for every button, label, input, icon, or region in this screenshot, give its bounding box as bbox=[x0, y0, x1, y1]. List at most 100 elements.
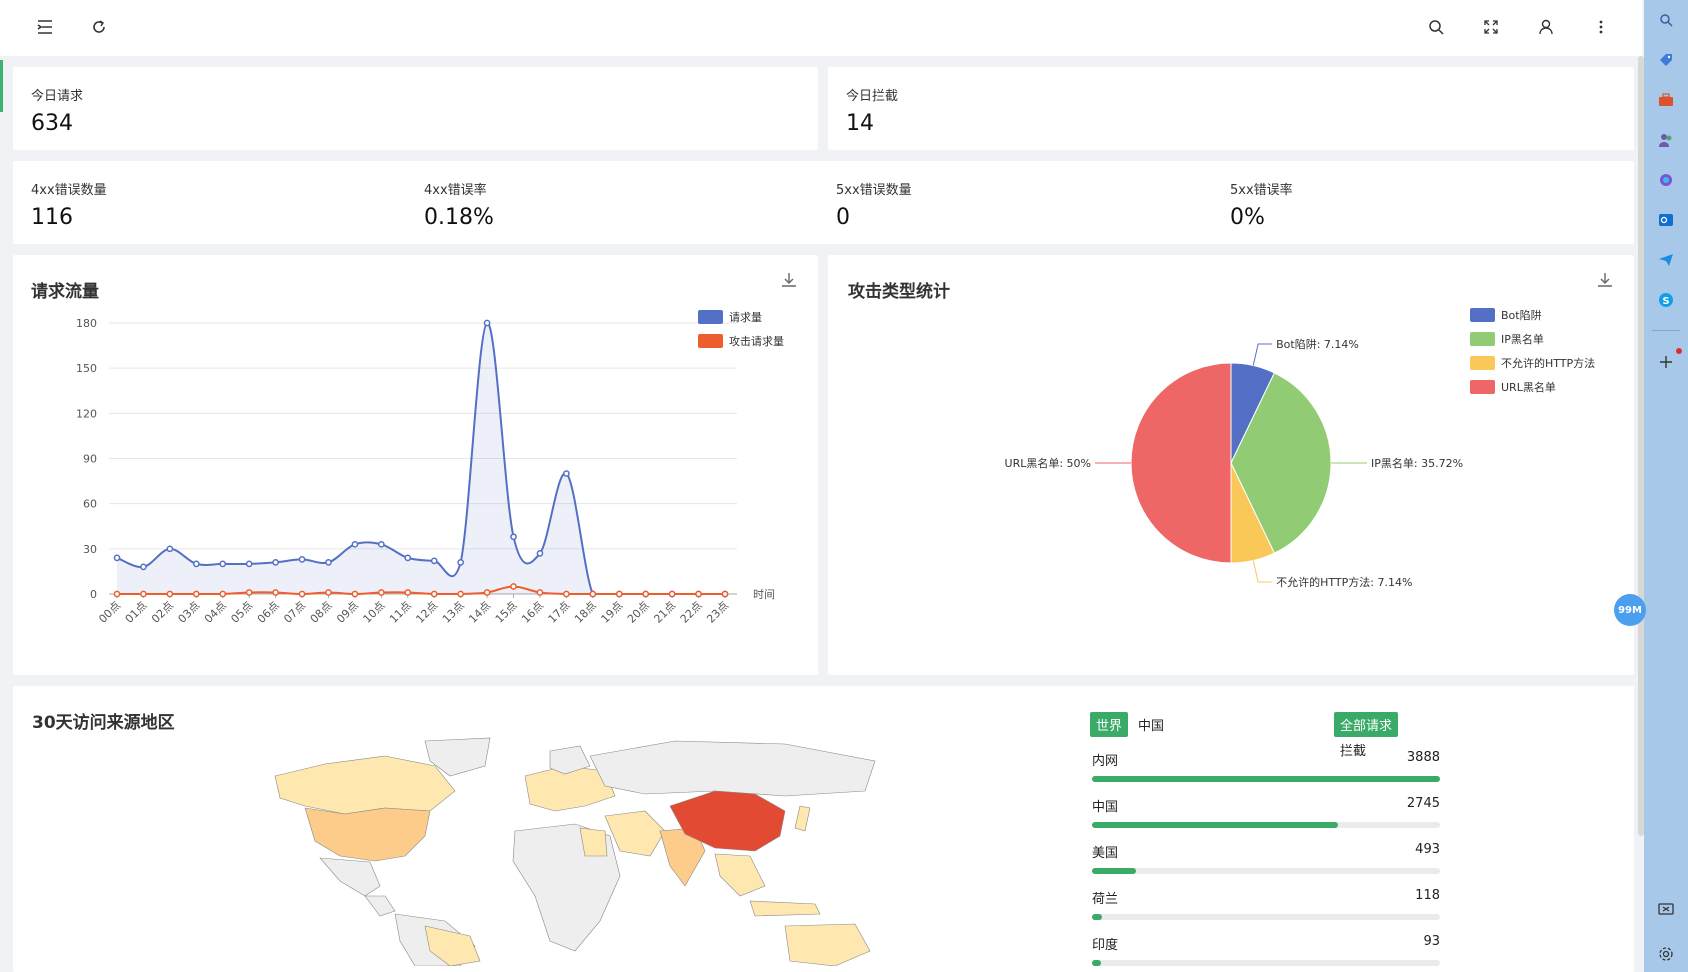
refresh-icon[interactable] bbox=[88, 16, 110, 38]
notification-dot bbox=[1676, 348, 1682, 354]
copilot-icon[interactable] bbox=[1656, 170, 1676, 190]
x-tick-label: 20点 bbox=[625, 599, 652, 626]
data-point bbox=[536, 589, 544, 596]
tab-world[interactable]: 世界 bbox=[1090, 712, 1129, 737]
data-point bbox=[457, 559, 465, 566]
region-row[interactable]: 荷兰 118 bbox=[1090, 888, 1442, 934]
legend-item-bot-trap[interactable]: Bot陷阱 bbox=[1470, 303, 1595, 327]
x-tick-label: 23点 bbox=[704, 599, 731, 626]
legend-swatch bbox=[698, 310, 723, 324]
region-row[interactable]: 美国 493 bbox=[1090, 842, 1442, 888]
pie-label: URL黑名单: 50% bbox=[1005, 456, 1091, 470]
stat-label: 今日请求 bbox=[31, 89, 84, 104]
data-point bbox=[615, 590, 623, 598]
x-tick-label: 09点 bbox=[334, 599, 361, 626]
region-bar-fill bbox=[1092, 960, 1101, 966]
legend-swatch bbox=[1470, 332, 1495, 346]
region-bar-track bbox=[1092, 776, 1440, 782]
x-tick-label: 03点 bbox=[176, 599, 203, 626]
people-icon[interactable] bbox=[1656, 130, 1676, 150]
data-point bbox=[457, 590, 465, 598]
stat-value: 116 bbox=[31, 205, 73, 230]
data-point bbox=[668, 590, 676, 598]
region-bar-track bbox=[1092, 914, 1440, 920]
active-indicator bbox=[0, 60, 3, 112]
memory-badge[interactable]: 99M bbox=[1614, 594, 1646, 626]
region-name: 荷兰 bbox=[1092, 892, 1119, 907]
x-tick-label: 13点 bbox=[440, 599, 467, 626]
attack-types-card: 攻击类型统计 Bot陷阱: 7.14% IP黑名单: 35.72% 不允许的HTTP… bbox=[828, 255, 1634, 675]
legend-label: 攻击请求量 bbox=[729, 335, 784, 348]
region-row[interactable]: 中国 2745 bbox=[1090, 796, 1442, 842]
region-row[interactable]: 印度 93 bbox=[1090, 934, 1442, 972]
fullscreen-icon[interactable] bbox=[1480, 16, 1502, 38]
x-tick-label: 19点 bbox=[599, 599, 626, 626]
x-tick-label: 02点 bbox=[149, 599, 176, 626]
data-point bbox=[430, 590, 438, 598]
tag-icon[interactable] bbox=[1656, 50, 1676, 70]
legend-item-url-blacklist[interactable]: URL黑名单 bbox=[1470, 375, 1595, 399]
add-icon[interactable] bbox=[1656, 352, 1676, 372]
data-point bbox=[272, 589, 279, 596]
outlook-icon[interactable] bbox=[1656, 210, 1676, 230]
search-icon[interactable] bbox=[1656, 10, 1676, 30]
pie-label: Bot陷阱: 7.14% bbox=[1276, 337, 1359, 351]
data-point bbox=[563, 470, 570, 477]
data-point bbox=[298, 556, 306, 563]
data-point bbox=[563, 590, 570, 598]
legend-item-ip-blacklist[interactable]: IP黑名单 bbox=[1470, 327, 1595, 351]
region-bar-track bbox=[1092, 822, 1440, 828]
data-point bbox=[510, 583, 517, 590]
world-map[interactable] bbox=[245, 736, 885, 966]
data-point bbox=[140, 590, 147, 598]
tab-all-requests[interactable]: 全部请求 bbox=[1334, 712, 1399, 737]
x-axis-label: 时间 bbox=[753, 588, 775, 601]
svg-text:S: S bbox=[1662, 296, 1669, 307]
data-point bbox=[166, 545, 174, 553]
toolbox-icon[interactable] bbox=[1656, 90, 1676, 110]
region-name: 内网 bbox=[1092, 754, 1119, 769]
legend-item-requests[interactable]: 请求量 bbox=[698, 305, 784, 329]
data-point bbox=[245, 589, 253, 596]
data-point bbox=[510, 533, 517, 541]
y-tick-label: 30 bbox=[83, 543, 97, 556]
skype-icon[interactable]: S bbox=[1656, 290, 1676, 310]
region-card: 30天访问来源地区 世界 中国 全部请求拦截 内网 3888 中国 2745 美… bbox=[13, 686, 1634, 972]
pie-slice bbox=[1130, 362, 1232, 564]
data-point bbox=[642, 590, 650, 598]
error-stats-card: 4xx错误数量 116 4xx错误率 0.18% 5xx错误数量 0 5xx错误… bbox=[13, 161, 1634, 244]
menu-fold-icon[interactable] bbox=[34, 16, 56, 38]
legend-item-attacks[interactable]: 攻击请求量 bbox=[698, 329, 784, 353]
x-tick-label: 15点 bbox=[493, 599, 520, 626]
x-tick-label: 11点 bbox=[387, 599, 414, 626]
settings-icon[interactable] bbox=[1656, 944, 1676, 964]
data-point bbox=[219, 590, 227, 598]
legend-label: 请求量 bbox=[729, 311, 762, 324]
pie-label-line bbox=[1252, 343, 1273, 366]
more-icon[interactable] bbox=[1590, 16, 1612, 38]
legend-label: URL黑名单 bbox=[1501, 381, 1556, 394]
search-icon[interactable] bbox=[1425, 16, 1447, 38]
x-tick-label: 00点 bbox=[96, 599, 123, 626]
screenshot-icon[interactable] bbox=[1656, 900, 1676, 920]
region-count: 2745 bbox=[1406, 796, 1440, 811]
data-point bbox=[113, 554, 121, 562]
legend-item-http-method[interactable]: 不允许的HTTP方法 bbox=[1470, 351, 1595, 375]
x-tick-label: 21点 bbox=[651, 599, 678, 626]
data-point bbox=[536, 550, 544, 557]
x-tick-label: 04点 bbox=[202, 599, 229, 626]
x-tick-label: 07点 bbox=[281, 599, 308, 626]
send-icon[interactable] bbox=[1656, 250, 1676, 270]
data-point bbox=[192, 560, 200, 568]
y-tick-label: 60 bbox=[83, 498, 97, 511]
region-row[interactable]: 内网 3888 bbox=[1090, 750, 1442, 796]
x-tick-label: 22点 bbox=[678, 599, 705, 626]
tab-china[interactable]: 中国 bbox=[1132, 712, 1170, 737]
data-point bbox=[377, 589, 385, 596]
region-count: 3888 bbox=[1406, 750, 1440, 765]
user-icon[interactable] bbox=[1535, 16, 1557, 38]
region-count: 93 bbox=[1423, 934, 1440, 949]
stat-label: 5xx错误数量 bbox=[836, 183, 912, 198]
map-region-egypt[interactable] bbox=[579, 827, 608, 857]
y-tick-label: 90 bbox=[83, 453, 97, 466]
